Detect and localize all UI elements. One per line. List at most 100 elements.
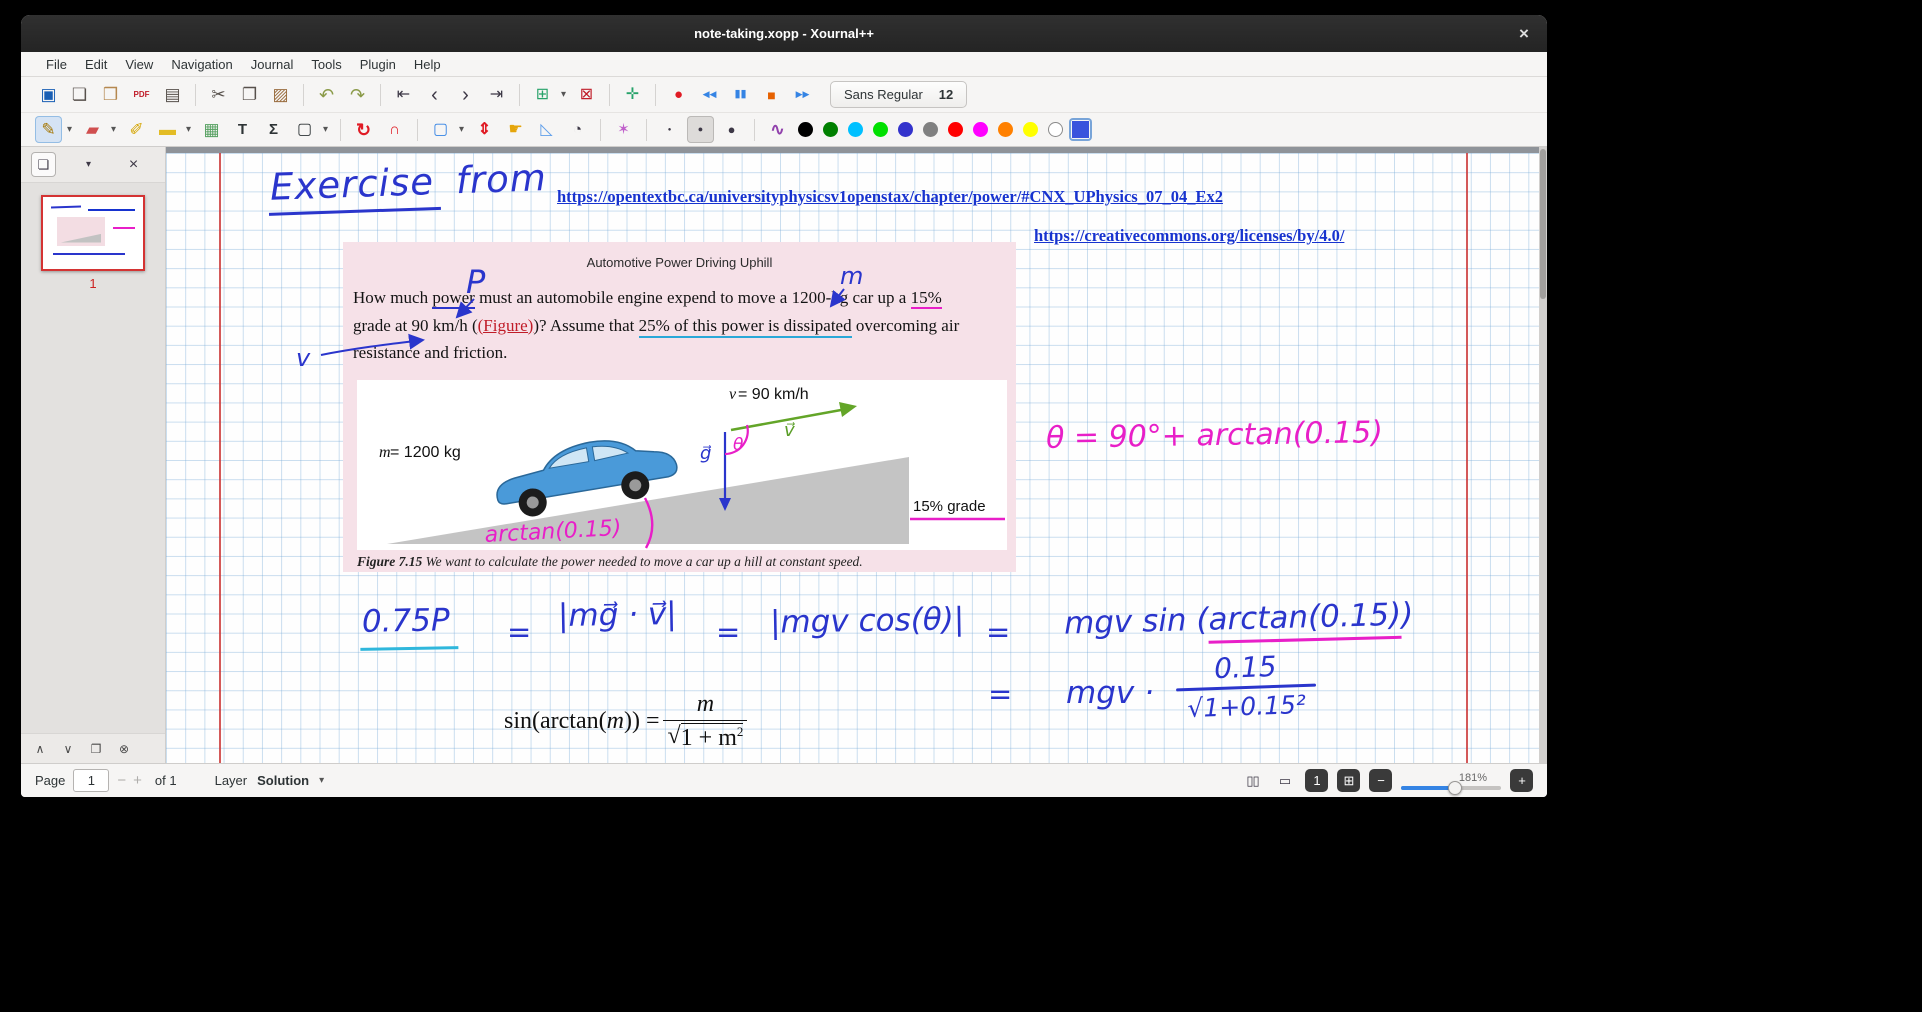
forward-button[interactable]: ▶▶ [789, 81, 816, 108]
page-increment-button[interactable]: + [133, 772, 142, 789]
vertical-space-tool[interactable]: ⇕ [471, 116, 498, 143]
zoom-slider-thumb[interactable] [1448, 781, 1462, 795]
menu-journal[interactable]: Journal [242, 55, 303, 74]
save-button[interactable]: ▣ [35, 81, 62, 108]
vertical-scrollbar[interactable] [1539, 147, 1547, 763]
menu-tools[interactable]: Tools [302, 55, 350, 74]
dual-page-button[interactable]: ▯▯ [1241, 769, 1264, 792]
figure-reference-link[interactable]: (Figure) [478, 316, 534, 335]
exercise-title: Automotive Power Driving Uphill [343, 255, 1016, 270]
color-light-blue[interactable] [844, 118, 867, 141]
single-column-button[interactable]: 1 [1305, 769, 1328, 792]
current-color-blue[interactable] [1069, 118, 1092, 141]
page-number-input[interactable] [73, 769, 109, 792]
pause-button[interactable]: ▮▮ [727, 81, 754, 108]
new-page-chevron[interactable]: ▾ [556, 81, 571, 108]
snapping-tool[interactable]: ∩ [381, 116, 408, 143]
plugin-wand-tool[interactable]: ✶ [610, 116, 637, 143]
shape-tool[interactable]: ▢ [291, 116, 318, 143]
color-orange[interactable] [994, 118, 1017, 141]
stop-button[interactable]: ■ [758, 81, 785, 108]
redo-button[interactable]: ↷ [344, 81, 371, 108]
duplicate-page-button[interactable]: ❐ [85, 738, 107, 760]
highlighter-tool[interactable]: ✐ [123, 116, 150, 143]
menu-edit[interactable]: Edit [76, 55, 116, 74]
zoom-slider-track[interactable] [1401, 786, 1501, 790]
presentation-mode-button[interactable]: ▭ [1273, 769, 1296, 792]
page-decrement-button[interactable]: − [117, 772, 126, 789]
page-up-button[interactable]: ∧ [29, 738, 51, 760]
color-gray[interactable] [919, 118, 942, 141]
new-file-button[interactable]: ❏ [66, 81, 93, 108]
titlebar[interactable]: note-taking.xopp - Xournal++ × [21, 15, 1547, 52]
color-black[interactable] [794, 118, 817, 141]
shape-chevron[interactable]: ▾ [318, 116, 333, 143]
sidebar-chevron-button[interactable]: ▾ [76, 152, 101, 177]
menu-view[interactable]: View [116, 55, 162, 74]
color-red[interactable] [944, 118, 967, 141]
cut-button[interactable]: ✂ [205, 81, 232, 108]
previous-page-button[interactable]: ‹ [421, 81, 448, 108]
zoom-slider[interactable]: 181% [1401, 772, 1501, 790]
drawing-canvas[interactable]: Exercisefrom https://opentextbc.ca/unive… [166, 153, 1539, 763]
copy-button[interactable]: ❐ [236, 81, 263, 108]
grid-layout-button[interactable]: ⊞ [1337, 769, 1360, 792]
color-light-green[interactable] [869, 118, 892, 141]
open-file-button[interactable]: ❒ [97, 81, 124, 108]
pen-tool[interactable]: ✎ [35, 116, 62, 143]
paste-button[interactable]: ▨ [267, 81, 294, 108]
shape-recognizer-tool[interactable]: ↻ [350, 116, 377, 143]
menu-help[interactable]: Help [405, 55, 450, 74]
highlighter-chevron[interactable]: ▾ [181, 116, 196, 143]
color-magenta[interactable] [969, 118, 992, 141]
text-tool[interactable]: T [229, 116, 256, 143]
zoom-out-button[interactable]: − [1369, 769, 1392, 792]
thickness-thick[interactable]: ● [718, 116, 745, 143]
eraser-tool[interactable]: ▰ [79, 116, 106, 143]
menu-plugin[interactable]: Plugin [351, 55, 405, 74]
close-preview-button[interactable]: ⊗ [113, 738, 135, 760]
thickness-fine[interactable]: ● [656, 116, 683, 143]
eraser-chevron[interactable]: ▾ [106, 116, 121, 143]
select-chevron[interactable]: ▾ [454, 116, 469, 143]
scrollbar-thumb[interactable] [1540, 149, 1546, 299]
first-page-button[interactable]: ⇤ [390, 81, 417, 108]
last-page-button[interactable]: ⇥ [483, 81, 510, 108]
rewind-button[interactable]: ◀◀ [696, 81, 723, 108]
source-link[interactable]: https://opentextbc.ca/universityphysicsv… [557, 187, 1223, 207]
print-button[interactable]: ▤ [159, 81, 186, 108]
page-down-button[interactable]: ∨ [57, 738, 79, 760]
next-page-button[interactable]: › [452, 81, 479, 108]
color-yellow[interactable] [1019, 118, 1042, 141]
record-audio-button[interactable]: ● [665, 81, 692, 108]
page-thumbnail[interactable] [41, 195, 145, 271]
page-preview-tab-button[interactable]: ❏ [31, 152, 56, 177]
close-window-button[interactable]: × [1513, 23, 1535, 45]
pen-chevron[interactable]: ▾ [62, 116, 77, 143]
menu-file[interactable]: File [37, 55, 76, 74]
export-pdf-button[interactable]: PDF [128, 81, 155, 108]
layer-selector[interactable]: Layer Solution ▾ [215, 773, 325, 788]
color-blue[interactable] [894, 118, 917, 141]
image-tool[interactable]: ▦ [198, 116, 225, 143]
chevron-down-icon: ▾ [319, 775, 324, 786]
text-highlighter-tool[interactable]: ▬ [154, 116, 181, 143]
font-selector-button[interactable]: Sans Regular 12 [830, 81, 967, 108]
hand-tool[interactable]: ☛ [502, 116, 529, 143]
math-tex-tool[interactable]: Σ [260, 116, 287, 143]
ruler-tool[interactable]: ◺ [533, 116, 560, 143]
delete-page-button[interactable]: ⊠ [573, 81, 600, 108]
fullscreen-button[interactable]: ✛ [619, 81, 646, 108]
sidebar-close-button[interactable]: × [121, 152, 146, 177]
zoom-in-button[interactable]: + [1510, 769, 1533, 792]
color-green[interactable] [819, 118, 842, 141]
stylus-tool[interactable]: ∿ [764, 116, 791, 143]
color-white[interactable] [1044, 118, 1067, 141]
select-rect-tool[interactable]: ▢ [427, 116, 454, 143]
menu-navigation[interactable]: Navigation [162, 55, 241, 74]
thickness-medium[interactable]: ● [687, 116, 714, 143]
new-page-button[interactable]: ⊞ [529, 81, 556, 108]
license-link[interactable]: https://creativecommons.org/licenses/by/… [1034, 226, 1344, 246]
undo-button[interactable]: ↶ [313, 81, 340, 108]
compass-tool[interactable]: ◔ [564, 116, 591, 143]
